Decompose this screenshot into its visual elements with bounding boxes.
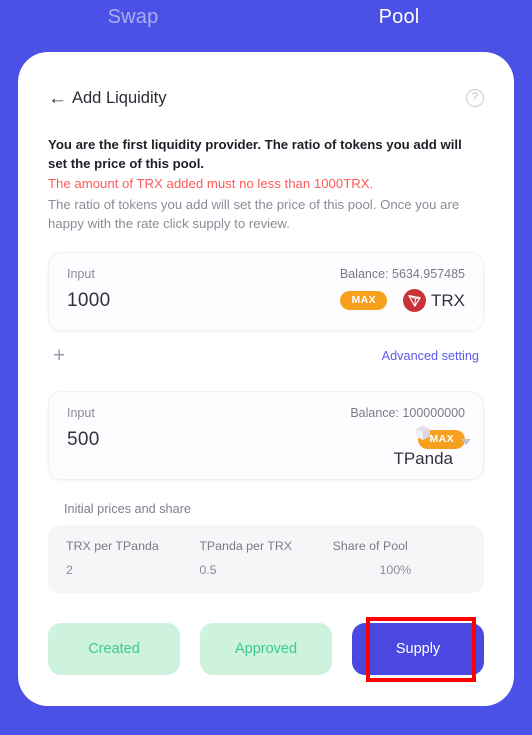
minimum-trx-warning: The amount of TRX added must no less tha… xyxy=(48,176,374,192)
help-icon[interactable]: ? xyxy=(466,89,484,107)
page-title: Add Liquidity xyxy=(72,88,167,107)
tab-swap-label: Swap xyxy=(107,6,159,28)
supply-button-label: Supply xyxy=(395,640,441,657)
plus-icon: + xyxy=(53,344,66,368)
top-tab-bar: Swap Pool xyxy=(0,0,532,52)
input-tpanda-top-row: Input Balance: 100000000 xyxy=(67,406,465,420)
price-value-tpanda-per-trx: 0.5 xyxy=(199,562,217,577)
token-selector-trx[interactable]: TRX xyxy=(403,289,465,313)
input-panel-trx: Input Balance: 5634.957485 1000 MAX TRX xyxy=(48,251,484,331)
card-header: ← Add Liquidity ? xyxy=(48,86,484,110)
input-trx-balance: Balance: 5634.957485 xyxy=(339,266,465,281)
input-tpanda-label: Input xyxy=(67,405,95,420)
price-header-trx-per-tpanda: TRX per TPanda xyxy=(66,538,159,553)
price-value-share-of-pool: 100% xyxy=(379,562,412,577)
max-button-trx[interactable]: MAX xyxy=(340,291,387,311)
approved-button[interactable]: Approved xyxy=(200,622,332,675)
tab-swap[interactable]: Swap xyxy=(0,6,266,29)
price-column-tpanda-per-trx: TPanda per TRX 0.5 xyxy=(199,539,332,577)
first-provider-notice: You are the first liquidity provider. Th… xyxy=(48,137,462,171)
back-arrow-icon[interactable]: ← xyxy=(48,89,70,108)
token-name-tpanda: TPanda xyxy=(393,448,453,468)
cube-placeholder-icon xyxy=(412,423,434,448)
trx-logo-icon xyxy=(403,289,426,313)
between-inputs-row: + Advanced setting xyxy=(48,339,484,373)
input-panel-tpanda: Input Balance: 100000000 500 MAX TPanda xyxy=(48,390,484,480)
price-header-share-of-pool: Share of Pool xyxy=(332,538,408,553)
input-trx-bottom-row: 1000 MAX TRX xyxy=(67,288,465,314)
price-column-share-of-pool: Share of Pool 100% xyxy=(333,539,466,577)
price-value-trx-per-tpanda: 2 xyxy=(66,562,73,577)
price-column-trx-per-tpanda: TRX per TPanda 2 xyxy=(66,539,199,577)
approved-button-label: Approved xyxy=(234,640,298,657)
input-tpanda-amount[interactable]: 500 xyxy=(67,429,100,451)
input-trx-amount[interactable]: 1000 xyxy=(67,290,110,312)
input-tpanda-balance: Balance: 100000000 xyxy=(350,405,465,420)
input-trx-top-row: Input Balance: 5634.957485 xyxy=(67,267,465,281)
ratio-description: The ratio of tokens you add will set the… xyxy=(48,197,460,232)
input-trx-label: Input xyxy=(67,266,95,281)
initial-prices-label: Initial prices and share xyxy=(64,501,191,516)
tab-pool[interactable]: Pool xyxy=(266,6,532,29)
tab-pool-label: Pool xyxy=(378,6,420,28)
initial-prices-box: TRX per TPanda 2 TPanda per TRX 0.5 Shar… xyxy=(48,524,484,593)
created-button[interactable]: Created xyxy=(48,622,180,675)
add-liquidity-card: ← Add Liquidity ? You are the first liqu… xyxy=(18,52,514,706)
created-button-label: Created xyxy=(88,640,140,657)
price-header-tpanda-per-trx: TPanda per TRX xyxy=(199,538,293,553)
token-name-trx: TRX xyxy=(431,290,465,310)
token-selector-tpanda[interactable]: TPanda xyxy=(393,423,453,469)
supply-button[interactable]: Supply xyxy=(352,616,484,682)
chevron-down-icon[interactable] xyxy=(461,438,471,445)
action-button-row: Created Approved Supply xyxy=(48,616,484,682)
advanced-setting-link[interactable]: Advanced setting xyxy=(382,349,479,363)
